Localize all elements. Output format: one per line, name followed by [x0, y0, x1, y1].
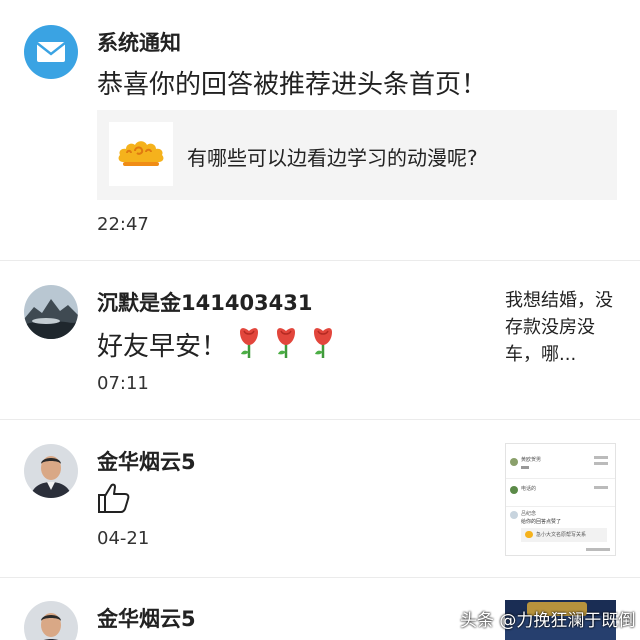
mini-line — [594, 456, 608, 459]
mini-text: 给你的回答点赞了 — [521, 519, 562, 525]
mini-line — [594, 462, 608, 465]
divider — [0, 577, 640, 578]
message-text: 好友早安！ — [97, 326, 227, 363]
person-avatar-icon — [24, 601, 78, 640]
referenced-content-preview[interactable]: 我想结婚，没存款没房没车，哪... — [505, 287, 620, 368]
mini-avatar — [510, 486, 518, 494]
watermark: 头条 @力挽狂澜于既倒 — [460, 611, 636, 631]
message-text: 恭喜你的回答被推荐进头条首页！ — [97, 70, 488, 100]
mini-text: 急小大文名原帮写关系 — [536, 532, 587, 538]
mini-line — [506, 506, 615, 507]
mini-text: 黄欧贺男 — [521, 457, 542, 463]
mini-line — [506, 478, 615, 479]
mini-text: 电话的 — [521, 486, 537, 492]
mini-cloud — [525, 531, 533, 538]
landscape-avatar-icon — [24, 285, 78, 339]
question-title: 有哪些可以边看边学习的动漫呢? — [187, 146, 478, 170]
rose-emoji-icon — [240, 328, 258, 358]
sender-name[interactable]: 金华烟云5 — [97, 603, 196, 633]
divider — [0, 419, 640, 420]
message-body: 好友早安！ — [97, 332, 228, 362]
auspicious-cloud-icon — [118, 141, 164, 166]
avatar[interactable] — [24, 285, 78, 339]
avatar[interactable] — [24, 444, 78, 498]
person-avatar-icon — [24, 444, 78, 498]
rose-emoji-icon — [314, 328, 332, 358]
thumbs-up-icon — [98, 483, 130, 513]
notification-item-system[interactable]: 系统通知 恭喜你的回答被推荐进头条首页！ 有哪些可以边看边学习的动漫呢? 22:… — [0, 0, 640, 260]
question-thumbnail — [109, 122, 173, 186]
mini-avatar — [510, 511, 518, 519]
mini-line — [521, 466, 529, 469]
mini-line — [586, 548, 610, 551]
system-avatar — [24, 25, 78, 79]
mini-text: 吕纪念 — [521, 511, 537, 517]
mini-line — [594, 486, 608, 489]
referenced-screenshot-thumbnail[interactable]: 黄欧贺男 电话的 吕纪念 给你的回答点赞了 急小大文名原帮写关系 — [505, 443, 616, 556]
sender-name: 系统通知 — [97, 31, 181, 55]
rose-emoji-icon — [277, 328, 295, 358]
sender-name[interactable]: 金华烟云5 — [97, 446, 196, 476]
timestamp: 22:47 — [97, 214, 149, 235]
avatar[interactable] — [24, 601, 78, 640]
timestamp: 04-21 — [97, 528, 150, 549]
timestamp: 07:11 — [97, 373, 149, 394]
question-card[interactable]: 有哪些可以边看边学习的动漫呢? — [97, 110, 617, 200]
mail-icon — [36, 42, 66, 62]
rose-emoji-group — [235, 324, 345, 360]
mini-avatar — [510, 458, 518, 466]
sender-name[interactable]: 沉默是金141403431 — [97, 287, 313, 317]
